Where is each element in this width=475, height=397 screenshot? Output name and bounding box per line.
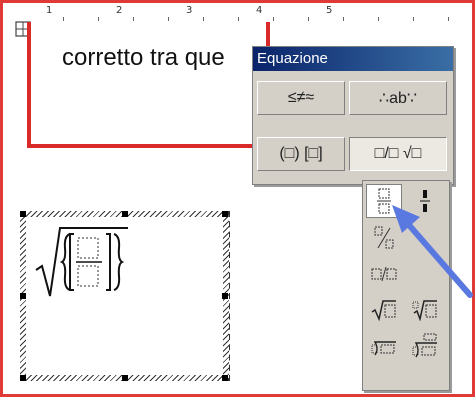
ruler-tick — [448, 17, 449, 21]
ruler-number: 3 — [186, 5, 193, 16]
ruler-tick — [63, 17, 64, 21]
relations-button[interactable]: ≤≠≈ — [257, 81, 345, 115]
document-text[interactable]: corretto tra que — [62, 44, 225, 72]
resize-handle[interactable] — [122, 375, 128, 381]
long-division-2-icon — [412, 333, 437, 358]
resize-handle[interactable] — [222, 293, 228, 299]
ruler-tick — [343, 17, 344, 21]
ruler-number: 5 — [326, 5, 333, 16]
ruler-tick — [413, 17, 414, 21]
resize-handle[interactable] — [20, 211, 26, 217]
resize-handle[interactable] — [222, 375, 228, 381]
ruler-number: 4 — [256, 5, 263, 16]
ruler-tick — [238, 17, 239, 21]
ruler-tick — [168, 17, 169, 21]
ruler-tick — [98, 17, 99, 21]
ruler-tick — [203, 17, 204, 21]
resize-handle[interactable] — [20, 293, 26, 299]
long-division-icon — [371, 341, 396, 356]
resize-handle[interactable] — [222, 211, 228, 217]
equation-toolbar[interactable]: Equazione ≤≠≈ ∴ab∵ (□) [□] □/□ √□ — [252, 46, 454, 185]
spaces-ellipses-button[interactable]: ∴ab∵ — [349, 81, 447, 115]
fractions-radicals-button[interactable]: □/□ √□ — [349, 137, 447, 171]
ruler-tick — [308, 17, 309, 21]
resize-handle[interactable] — [122, 211, 128, 217]
text-box — [27, 22, 270, 148]
ruler-number: 2 — [116, 5, 123, 16]
ruler-tick — [378, 17, 379, 21]
long-division-button[interactable] — [366, 329, 402, 363]
ruler-tick — [273, 17, 274, 21]
ruler[interactable]: 1 2 3 4 5 — [3, 3, 472, 21]
long-division-2-button[interactable] — [407, 329, 443, 363]
ruler-tick — [133, 17, 134, 21]
equation-render — [35, 227, 128, 297]
pointer-arrow-icon — [392, 205, 473, 298]
ruler-number: 1 — [46, 5, 53, 16]
resize-handle[interactable] — [20, 375, 26, 381]
fences-button[interactable]: (□) [□] — [257, 137, 345, 171]
toolbar-title[interactable]: Equazione — [253, 47, 453, 71]
